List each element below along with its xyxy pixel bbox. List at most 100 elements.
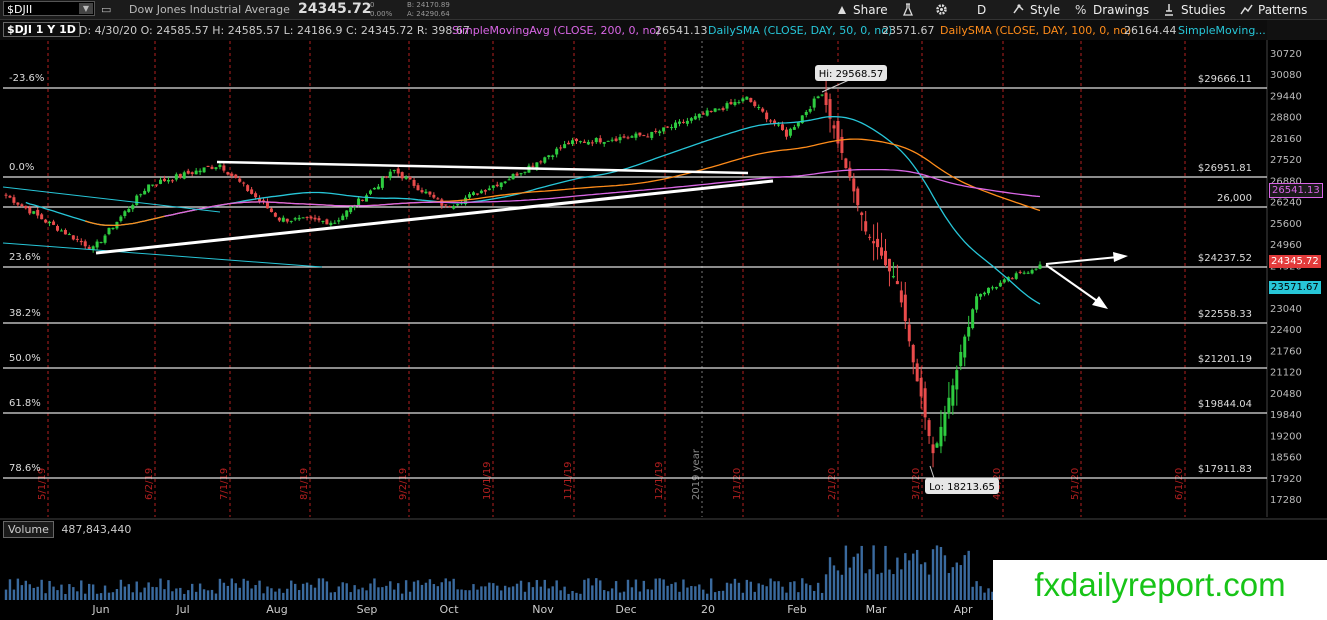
candle-body — [590, 142, 594, 144]
candle-body — [662, 127, 666, 132]
candle-body — [733, 102, 737, 105]
candle-body — [931, 444, 935, 454]
chart-background — [0, 40, 1327, 620]
volume-bar — [884, 545, 887, 600]
price-axis-tick: 19840 — [1270, 410, 1302, 421]
volume-bar — [650, 589, 653, 600]
volume-bar — [654, 578, 657, 600]
volume-bar — [975, 581, 978, 600]
candle-body — [289, 220, 293, 222]
candle-body — [563, 144, 567, 149]
volume-bar — [547, 588, 550, 600]
volume-bar — [456, 589, 459, 600]
candle-body — [729, 102, 733, 105]
flask-button[interactable] — [902, 0, 914, 19]
volume-bar — [28, 584, 31, 600]
volume-bar — [341, 582, 344, 600]
volume-bar — [278, 588, 281, 600]
candle-body — [242, 182, 246, 184]
candle-body — [404, 177, 408, 179]
sma50-price-label: 23571.67 — [1269, 281, 1321, 294]
volume-bar — [103, 585, 107, 600]
volume-bar — [250, 588, 253, 600]
month-axis-tick: Oct — [439, 603, 459, 616]
volume-bar — [416, 580, 420, 600]
candle-body — [780, 124, 784, 131]
volume-bar — [369, 583, 372, 600]
volume-bar — [979, 586, 982, 600]
fib-level-value: $21201.19 — [1198, 354, 1252, 365]
candle-body — [372, 187, 376, 190]
studies-button[interactable]: Studies — [1163, 0, 1226, 19]
symbol-dropdown-icon[interactable]: ▼ — [79, 3, 93, 14]
more-studies-legend[interactable]: SimpleMoving... — [1178, 24, 1266, 37]
share-button[interactable]: Share — [836, 0, 888, 19]
fib-level-value: $22558.33 — [1198, 309, 1252, 320]
volume-bar — [246, 580, 249, 600]
month-axis-tick: Feb — [787, 603, 806, 616]
fib-level-pct: 61.8% — [9, 398, 41, 409]
candle-body — [329, 222, 333, 226]
candle-body — [907, 324, 911, 342]
candle-body — [975, 296, 979, 310]
candle-body — [479, 190, 483, 194]
style-button[interactable]: Style — [1012, 0, 1060, 19]
volume-bar — [72, 587, 75, 600]
volume-bar — [381, 587, 384, 600]
candle-body — [1022, 272, 1026, 274]
candle-body — [820, 94, 824, 96]
candle-body — [1038, 264, 1042, 269]
candle-body — [812, 98, 816, 108]
candle-body — [321, 220, 325, 222]
candle-body — [990, 287, 994, 289]
sma200-legend[interactable]: SimpleMovingAvg (CLOSE, 200, 0, no) — [452, 24, 660, 37]
candle-body — [444, 204, 448, 206]
volume-bar — [915, 549, 919, 600]
timeframe-button[interactable]: D — [977, 0, 986, 19]
price-axis-tick: 30720 — [1270, 49, 1302, 60]
volume-bar — [801, 578, 804, 600]
candle-body — [392, 169, 396, 172]
volume-bar — [488, 582, 491, 600]
studies-icon — [1165, 4, 1173, 16]
lock-icon[interactable]: ▭ — [101, 3, 111, 16]
volume-bar — [971, 586, 974, 600]
chart-period[interactable]: $DJI 1 Y 1D — [3, 22, 80, 37]
volume-bar — [805, 583, 808, 600]
sma100-legend[interactable]: DailySMA (CLOSE, DAY, 100, 0, no) — [940, 24, 1131, 37]
volume-bar — [68, 584, 71, 600]
volume-bar — [591, 585, 594, 600]
candle-body — [860, 212, 864, 216]
candle-body — [614, 138, 618, 141]
candle-body — [162, 178, 166, 182]
volume-bar — [618, 592, 622, 600]
symbol-input[interactable]: $DJII ▼ — [3, 1, 95, 16]
candle-body — [919, 377, 923, 397]
volume-bar — [963, 555, 966, 600]
stock-chart[interactable]: 5/1/19 6/2/19 7/1/19 8/1/19 9/2/19 10/1/19 11/… — [0, 0, 1327, 620]
candle-body — [468, 194, 472, 198]
drawings-button[interactable]: % Drawings — [1075, 0, 1149, 19]
settings-button[interactable] — [935, 0, 948, 19]
candle-body — [396, 168, 400, 174]
patterns-icon — [1240, 4, 1253, 15]
volume-bar — [464, 590, 467, 600]
candle-body — [95, 241, 99, 248]
candle-body — [606, 140, 610, 142]
volume-bar — [931, 549, 935, 600]
sma50-legend[interactable]: DailySMA (CLOSE, DAY, 50, 0, no) — [708, 24, 892, 37]
volume-bar — [571, 590, 574, 600]
volume-bar — [460, 589, 463, 600]
candle-body — [543, 157, 547, 163]
candle-body — [602, 142, 606, 144]
candle-body — [139, 194, 143, 196]
candle-body — [777, 124, 781, 126]
patterns-button[interactable]: Patterns — [1240, 0, 1307, 19]
candle-body — [361, 199, 365, 201]
candle-body — [170, 180, 174, 182]
candle-body — [456, 204, 460, 206]
volume-bar — [337, 586, 340, 600]
volume-bar — [820, 592, 824, 600]
volume-bar — [904, 553, 907, 600]
volume-bar — [274, 591, 277, 600]
